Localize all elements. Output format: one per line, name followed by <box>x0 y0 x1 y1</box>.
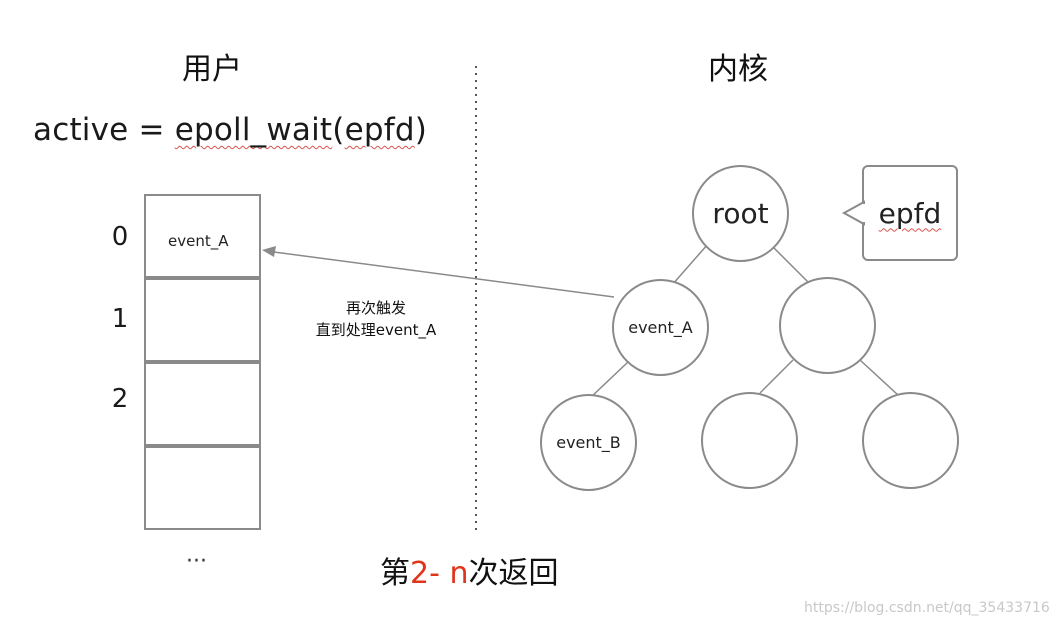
call-close: ) <box>414 112 428 148</box>
user-heading: 用户 <box>182 52 242 87</box>
tree-node-event-a: event_A <box>612 279 709 376</box>
arrow-note-line1: 再次触发 <box>345 299 406 317</box>
tree-node-empty <box>779 277 876 374</box>
index-1: 1 <box>111 304 129 334</box>
return-count-title: 第2- n次返回 <box>380 548 558 592</box>
call-open: ( <box>332 112 345 148</box>
array-slot <box>144 446 261 530</box>
kernel-heading: 内核 <box>708 52 768 87</box>
title-prefix: 第 <box>380 556 410 591</box>
title-num: 2 <box>410 556 430 591</box>
epfd-callout-label: epfd <box>878 196 942 230</box>
title-n: n <box>449 556 469 591</box>
call-func: epoll_wait <box>174 112 333 148</box>
tree-node-empty <box>862 392 959 489</box>
slot-event-label: event_A <box>168 232 229 250</box>
tree-node-event-b: event_B <box>540 394 637 491</box>
arrow-note-line2: 直到处理event_A <box>315 321 437 339</box>
tree-node-root: root <box>692 165 789 262</box>
epoll-call: active = epoll_wait(epfd) <box>33 112 427 148</box>
array-slot <box>144 278 261 362</box>
callout-pointer <box>841 200 866 226</box>
title-suffix: 次返回 <box>468 556 559 591</box>
title-dash: - <box>429 556 450 591</box>
index-0: 0 <box>111 222 129 252</box>
array-ellipsis: ··· <box>186 549 207 574</box>
tree-node-empty <box>701 392 798 489</box>
edge-right-rightright <box>859 359 899 396</box>
watermark: https://blog.csdn.net/qq_35433716 <box>804 600 1050 616</box>
edge-right-rightleft <box>759 359 794 394</box>
call-lhs: active = <box>33 112 175 148</box>
array-slot <box>144 362 261 446</box>
arrow-annotation: 再次触发 直到处理event_A <box>276 297 476 341</box>
epfd-callout: epfd <box>862 165 958 261</box>
array-slot: event_A <box>144 194 261 278</box>
index-2: 2 <box>111 384 129 414</box>
call-arg: epfd <box>344 112 415 148</box>
edge-root-right <box>769 243 809 283</box>
arrow-line <box>273 251 615 298</box>
edge-left-leftleft <box>589 361 629 399</box>
edge-root-left <box>671 243 709 286</box>
arrowhead <box>262 246 276 257</box>
